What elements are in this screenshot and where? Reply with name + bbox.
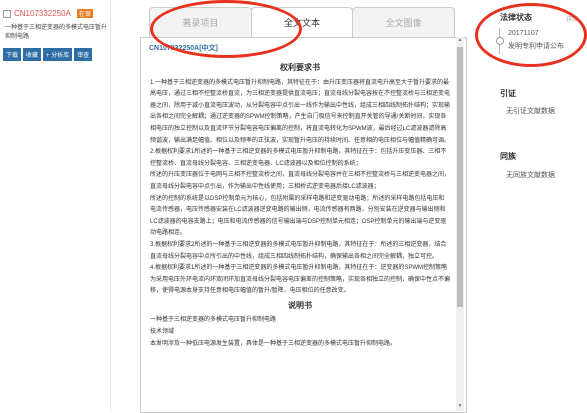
family-heading: 同族 <box>500 152 516 161</box>
family-empty-text: 无同族文献数据 <box>506 172 555 179</box>
vertical-scrollbar[interactable]: ▲ ▼ <box>456 37 464 411</box>
scroll-up-icon[interactable]: ▲ <box>456 37 464 45</box>
claim-paragraph: 3.根据权利要求2所述的一种基于三相逆变器的多模式电压暂升抑制电路，其特征在于：… <box>150 241 447 260</box>
claims-heading: 权利要求书 <box>280 63 320 72</box>
citation-empty-text: 无引证文献数据 <box>506 108 555 115</box>
scroll-down-icon[interactable]: ▼ <box>456 403 464 411</box>
description-line: 本发明涉及一种低压电源发生装置，具体是一种基于三相逆变器的多模式电压暂升抑制电路… <box>150 340 397 347</box>
select-checkbox[interactable] <box>3 9 11 18</box>
result-list-panel: CN107332250A 在审 一种基于三相逆变器的多模式电压暂升抑制电路 下载 … <box>0 0 111 411</box>
fulltext-content: 权利要求书 1.一种基于三相逆变器的多模式电压暂升抑制电路，其特征在于：由升压变… <box>150 60 450 350</box>
claim-paragraph: 所述的升压变压器位于电网与三相不控整流桥之间，直流母线分裂电容并在三相不控整流桥… <box>150 172 451 190</box>
favorite-button[interactable]: 收藏 <box>23 48 42 61</box>
description-heading: 说明书 <box>288 300 312 310</box>
claim-paragraph: 1.一种基于三相逆变器的多模式电压暂升抑制电路，其特征在于：由升压变压器将直流电… <box>150 79 451 144</box>
highlight-oval-status <box>475 3 587 67</box>
description-line: 一种基于三相逆变器的多模式电压暂升抑制电路 <box>150 317 277 324</box>
scrollbar-thumb[interactable] <box>457 47 463 307</box>
citation-heading: 引证 <box>500 89 516 98</box>
description-line: 技术领域 <box>150 329 175 336</box>
claim-paragraph: 2.根据权利要求1所述的一种基于三相逆变器的多模式电压暂升抑制电路，其特征在于：… <box>150 149 447 167</box>
add-analysis-button[interactable]: + 分析库 <box>43 48 73 61</box>
status-badge: 在审 <box>76 9 93 18</box>
download-button[interactable]: 下载 <box>3 48 22 61</box>
claim-paragraph: 所述的控制的系统是以DSP控制单元为核心，包括附属的采样电路和逆变驱动电路；所述… <box>150 195 447 237</box>
publication-number[interactable]: CN107332250A <box>14 9 71 18</box>
highlight-oval-tab <box>150 0 302 58</box>
claim-paragraph: 4.根据权利要求1所述的一种基于三相逆变器的多模式电压暂升抑制电路，其特征在于：… <box>150 265 451 295</box>
result-title[interactable]: 一种基于三相逆变器的多模式电压暂升抑制电路 <box>3 24 108 42</box>
action-buttons: 下载 收藏 + 分析库 审查 <box>3 48 108 61</box>
review-button[interactable]: 审查 <box>74 48 93 61</box>
result-item[interactable]: CN107332250A 在审 一种基于三相逆变器的多模式电压暂升抑制电路 下载 … <box>3 9 108 61</box>
fulltext-viewer: CN107332250A[中文] 权利要求书 1.一种基于三相逆变器的多模式电压… <box>140 37 467 413</box>
tab-images[interactable]: 全文图像 <box>352 7 456 37</box>
